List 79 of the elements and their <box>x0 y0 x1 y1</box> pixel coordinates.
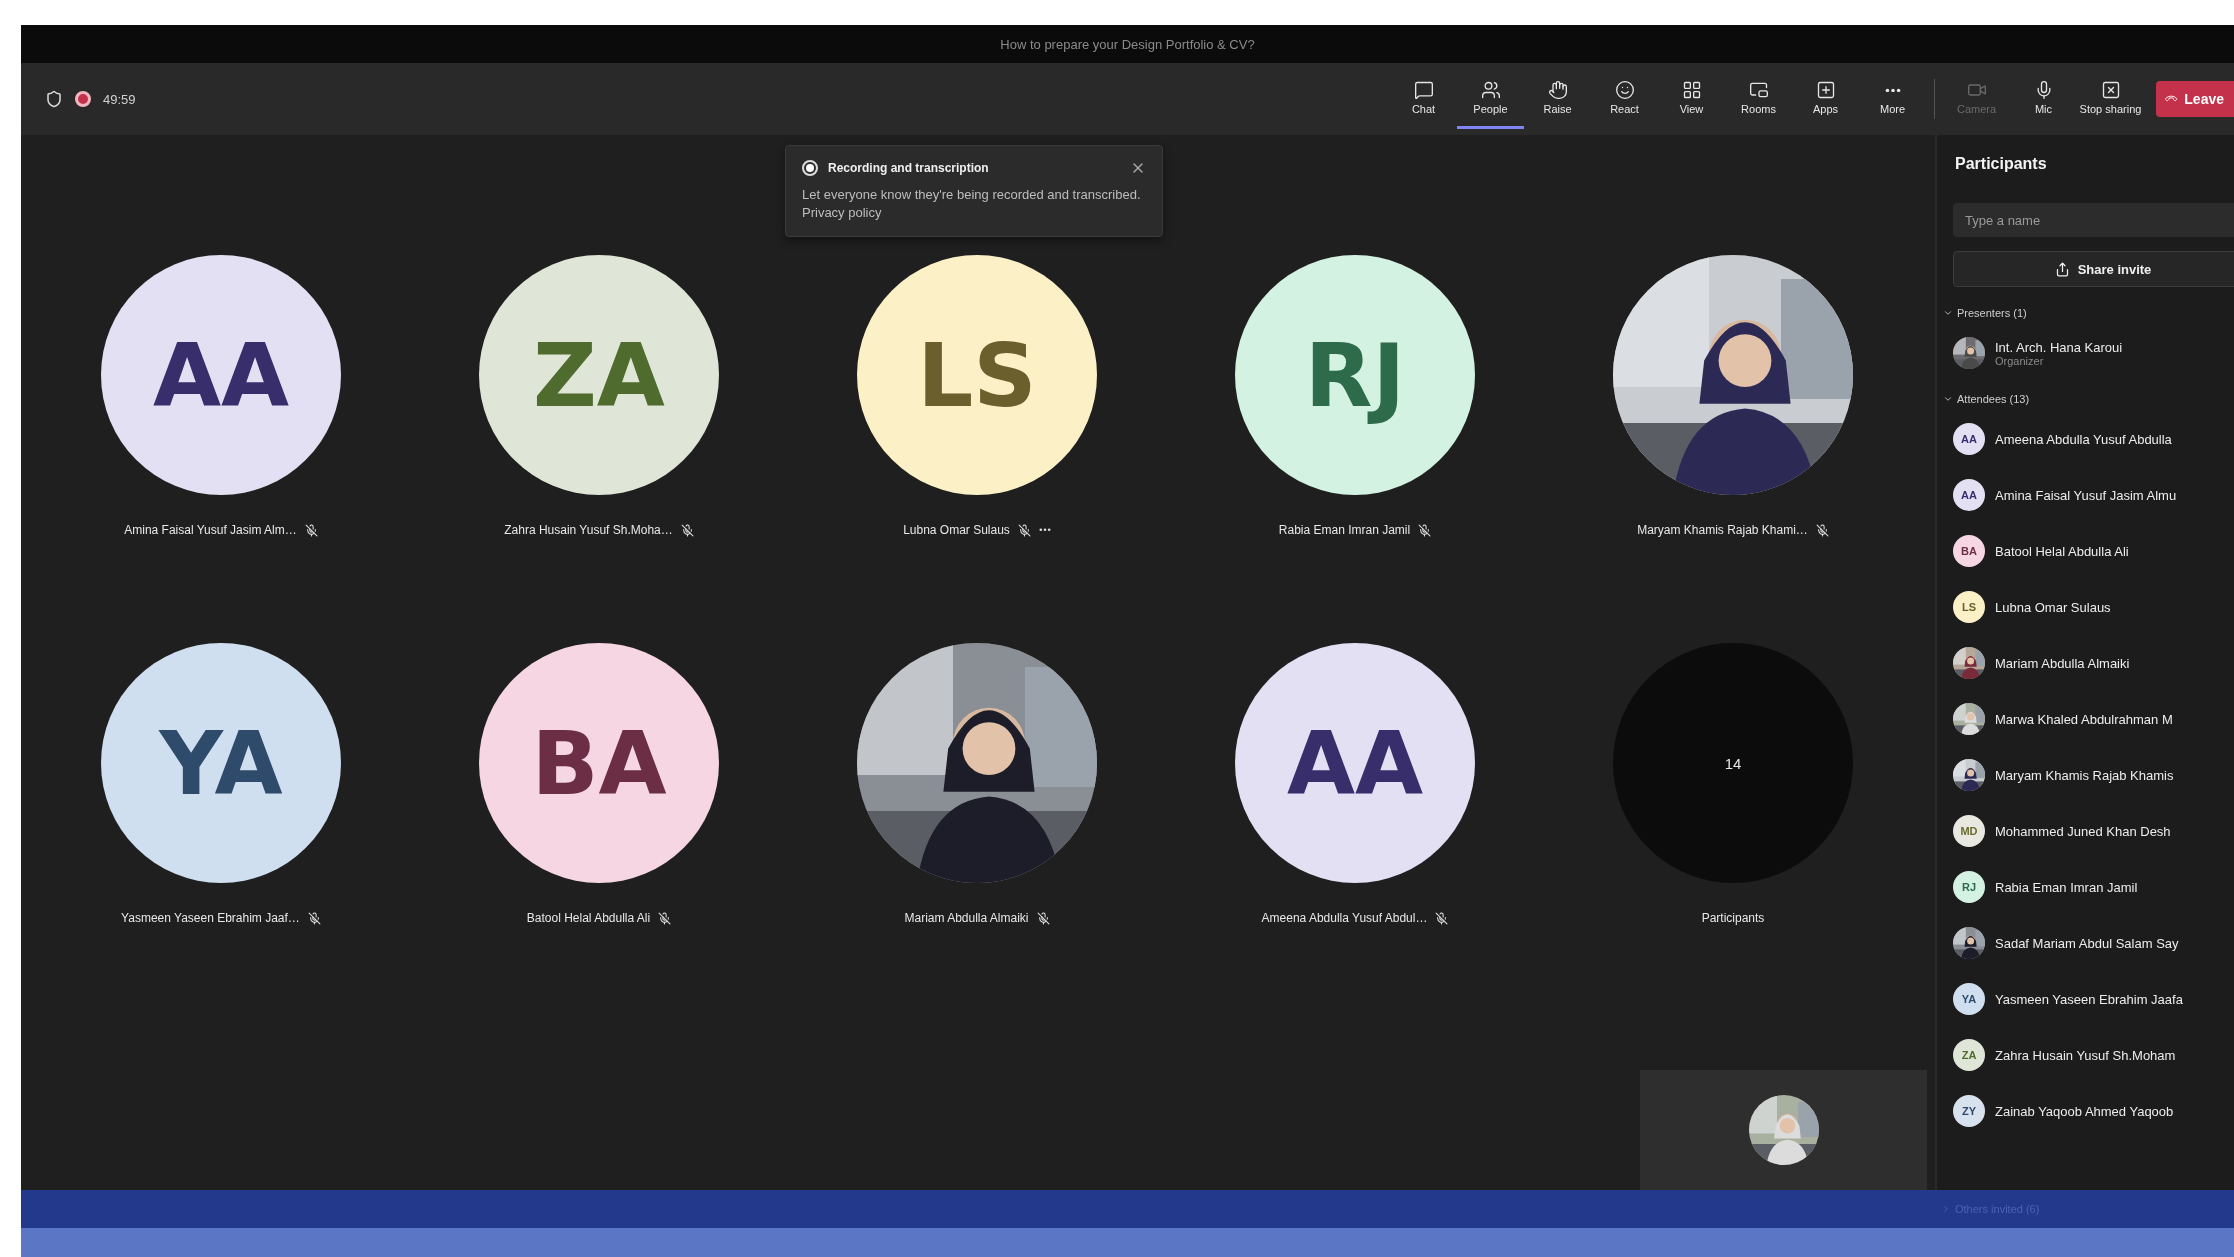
hand-icon <box>1547 80 1568 100</box>
share-icon <box>2054 261 2070 277</box>
avatar-initials: YA <box>1961 993 1977 1005</box>
avatar-initials: LS <box>1961 601 1977 613</box>
avatar-initials: AA <box>1961 433 1977 445</box>
privacy-policy-link[interactable]: Privacy policy <box>802 205 882 220</box>
participant-name: Mohammed Juned Khan Desh <box>1995 823 2171 839</box>
participant-count: 14 <box>1724 754 1742 772</box>
participant-name: Int. Arch. Hana Karoui <box>1995 339 2123 355</box>
avatar-initials: BA <box>531 711 667 815</box>
leave-button[interactable]: Leave <box>2156 81 2234 117</box>
participant-name: Maryam Khamis Rajab Khamis <box>1995 767 2174 783</box>
toolbar-button[interactable]: Stop sharing <box>2077 69 2144 129</box>
x-square-icon <box>2100 80 2121 100</box>
section-header[interactable]: Attendees (13) <box>1943 393 2234 405</box>
participant-name: Mariam Abdulla Almaiki <box>1995 655 2130 671</box>
participant-name: Amina Faisal Yusuf Jasim Alm… <box>124 523 297 537</box>
chevron-icon <box>1943 308 1953 318</box>
share-invite-button[interactable]: Share invite <box>1953 251 2234 287</box>
participant-name: Amina Faisal Yusuf Jasim Almu <box>1995 487 2177 503</box>
participant-name: Yasmeen Yaseen Ebrahim Jaaf… <box>121 911 300 925</box>
avatar-initials: MD <box>1960 825 1978 837</box>
meeting-timer: 49:59 <box>103 91 136 107</box>
toolbar-button[interactable]: More <box>1859 69 1926 129</box>
participant-name: Rabia Eman Imran Jamil <box>1995 879 2138 895</box>
participant-name: Mariam Abdulla Almaiki <box>904 911 1029 925</box>
participant-name: Batool Helal Abdulla Ali <box>526 911 651 925</box>
participant-name: Batool Helal Abdulla Ali <box>1995 543 2129 559</box>
avatar-initials: RJ <box>1961 881 1977 893</box>
overflow-tile[interactable]: 14 <box>1613 643 1853 883</box>
participant-name: Yasmeen Yaseen Ebrahim Jaafa <box>1995 991 2183 1007</box>
toolbar-button[interactable]: Apps <box>1792 69 1859 129</box>
participant-name: Zahra Husain Yusuf Sh.Moham <box>1995 1047 2176 1063</box>
avatar-initials: ZA <box>1961 1049 1977 1061</box>
window-title: How to prepare your Design Portfolio & CV? <box>1000 36 1255 52</box>
toolbar-button[interactable]: Mic <box>2010 69 2077 129</box>
toolbar-button[interactable]: Raise <box>1524 69 1591 129</box>
record-icon <box>802 160 818 176</box>
plus-square-icon <box>1815 80 1836 100</box>
toast-title: Recording and transcription <box>828 161 990 175</box>
participant-name: Marwa Khaled Abdulrahman M <box>1995 711 2173 727</box>
participant-name: Zahra Husain Yusuf Sh.Moha… <box>504 523 673 537</box>
search-field[interactable]: Type a name <box>1953 203 2234 237</box>
window-icon <box>1748 80 1769 100</box>
chevron-icon <box>1941 1204 1951 1214</box>
participant-name: Ameena Abdulla Yusuf Abdul… <box>1261 911 1428 925</box>
toolbar-button[interactable]: Rooms <box>1725 69 1792 129</box>
toast-message: Let everyone know they're being recorded and transcribed. Privacy policy <box>802 186 1142 222</box>
participant-name: Sadaf Mariam Abdul Salam Say <box>1995 935 2179 951</box>
participant-name: Ameena Abdulla Yusuf Abdulla <box>1995 431 2172 447</box>
section-header[interactable]: Presenters (1) <box>1943 307 2234 319</box>
toolbar-button[interactable]: React <box>1591 69 1658 129</box>
chevron-icon <box>1943 394 1953 404</box>
speech-bubble-icon <box>1413 80 1434 100</box>
participant-name: Zainab Yaqoob Ahmed Yaqoob <box>1995 1103 2174 1119</box>
participant-name: Participants <box>1701 911 1765 925</box>
avatar-initials: LS <box>917 323 1037 427</box>
more-icon <box>1884 87 1901 93</box>
participant-role: Organizer <box>1995 354 2045 367</box>
smiley-icon <box>1614 80 1635 100</box>
toolbar-button[interactable]: Chat <box>1390 69 1457 129</box>
avatar-initials: AA <box>1961 489 1977 501</box>
avatar-initials: ZY <box>1961 1105 1977 1117</box>
grid-icon <box>1681 80 1702 100</box>
toolbar-button[interactable]: View <box>1658 69 1725 129</box>
avatar-initials: YA <box>159 711 283 815</box>
avatar-initials: RJ <box>1304 323 1406 427</box>
participant-name: Maryam Khamis Rajab Khami… <box>1637 523 1808 537</box>
people-icon <box>1480 80 1501 100</box>
avatar-initials: ZA <box>533 323 665 427</box>
avatar-initials: AA <box>1286 711 1424 815</box>
toolbar-button[interactable]: People <box>1457 69 1524 129</box>
participant-name: Rabia Eman Imran Jamil <box>1278 523 1411 537</box>
participant-name: Lubna Omar Sulaus <box>903 523 1010 537</box>
participant-name: Lubna Omar Sulaus <box>1995 599 2111 615</box>
panel-title: Participants <box>1954 155 2048 173</box>
avatar-initials: BA <box>1961 545 1977 557</box>
avatar-initials: AA <box>152 323 290 427</box>
more-icon[interactable] <box>1038 528 1051 532</box>
